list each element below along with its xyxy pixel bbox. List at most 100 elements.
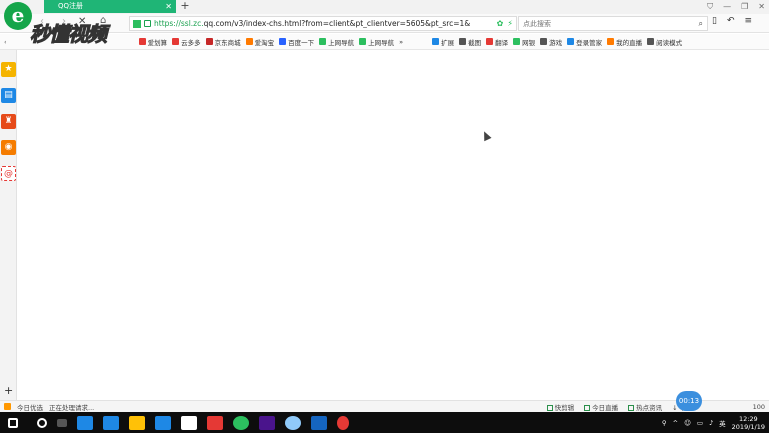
bookmark-scroll-left-icon[interactable]: ‹ [4, 38, 7, 46]
bookmark-item[interactable]: 爱划算 [138, 37, 168, 47]
search-box[interactable]: ⌕ [518, 16, 708, 31]
tray-icon[interactable]: ☺ [684, 419, 691, 427]
hot-news-button[interactable]: 热点资讯 [628, 402, 662, 412]
menu-label: 截图 [468, 38, 482, 47]
key-icon [567, 38, 575, 45]
status-message: 正在处理请求... [49, 403, 95, 412]
task-view-icon[interactable] [57, 418, 67, 427]
tab-qq-register[interactable]: QQ注册 ✕ [44, 0, 176, 13]
status-bar: 今日优选 正在处理请求... 快剪辑 今日直播 热点资讯 ↓ 下载 100 [0, 400, 769, 412]
premiere-icon[interactable] [259, 415, 275, 430]
url-scheme: https:// [154, 19, 181, 28]
news-icon[interactable]: ▤ [1, 88, 16, 103]
url-field[interactable]: https://ssl.zc.qq.com/v3/index-chs.html?… [129, 16, 517, 31]
status-left: 今日优选 正在处理请求... [0, 402, 94, 412]
new-tab-button[interactable]: + [180, 0, 190, 13]
clock-date: 2019/1/19 [731, 422, 765, 431]
quick-edit-button[interactable]: 快剪辑 [546, 402, 574, 412]
search-icon[interactable]: ⌕ [699, 19, 703, 29]
bookmark-item[interactable]: 爱淘宝 [245, 37, 275, 47]
bookmarks-bar: ‹ 爱划算 云多多 京东商城 爱淘宝 百度一下 上网导航 上网导航 » 扩展 截… [0, 34, 769, 50]
phone-icon[interactable]: ▯ [712, 16, 717, 26]
ie-icon[interactable] [77, 415, 93, 430]
menu-label: 登录管家 [576, 38, 603, 47]
cortana-icon[interactable] [37, 417, 47, 428]
bookmark-item[interactable]: 上网导航 [319, 37, 354, 47]
bookmark-favicon-icon [359, 38, 367, 45]
clock-time: 12:29 [738, 414, 758, 423]
bookmark-favicon-icon [172, 38, 180, 45]
url-host-prefix: ssl.zc. [180, 19, 204, 28]
login-manager-button[interactable]: 登录管家 [567, 37, 602, 47]
url-host: qq.com [203, 19, 232, 28]
close-window-icon[interactable]: ✕ [758, 2, 765, 11]
menu-label: 我的直播 [616, 38, 643, 47]
undo-icon[interactable]: ↶ [727, 16, 735, 26]
menu-icon[interactable]: ≡ [745, 16, 753, 26]
tab-close-icon[interactable]: ✕ [165, 0, 172, 13]
mail-app-icon[interactable] [181, 415, 197, 430]
bookmark-label: 爱淘宝 [254, 38, 275, 47]
tray-chevron-icon[interactable]: ^ [673, 419, 678, 427]
daily-pick-icon [4, 403, 11, 410]
extensions-menu[interactable]: 扩展 [432, 37, 454, 47]
tab-title: QQ注册 [58, 2, 84, 10]
url-text[interactable]: https://ssl.zc.qq.com/v3/index-chs.html?… [154, 19, 494, 28]
weibo-icon[interactable]: ◉ [1, 140, 16, 155]
zoom-level[interactable]: 100 [753, 403, 765, 411]
clock[interactable]: 12:29 2019/1/19 [732, 415, 765, 431]
bookmark-favicon-icon [319, 38, 327, 45]
lock-icon [144, 20, 151, 27]
maximize-icon[interactable]: ❐ [741, 2, 748, 11]
input-method-indicator[interactable]: 英 [719, 418, 726, 428]
bank-menu[interactable]: 网银 [513, 37, 535, 47]
reader-mode-button[interactable]: 阅读模式 [647, 37, 682, 47]
edge-icon[interactable] [103, 415, 119, 430]
menu-label: 扩展 [441, 38, 455, 47]
games-menu[interactable]: 游戏 [540, 37, 562, 47]
site-icon [133, 19, 141, 28]
browser-app-icon[interactable] [233, 415, 249, 430]
translate-menu[interactable]: 翻译 [486, 37, 508, 47]
red-app-icon[interactable] [207, 415, 223, 430]
star-icon[interactable]: ★ [1, 62, 16, 77]
status-label: 热点资讯 [636, 403, 663, 412]
skin-icon[interactable]: ⛉ [707, 2, 713, 12]
network-icon[interactable]: ▭ [697, 419, 703, 427]
game-icon[interactable]: ♜ [1, 114, 16, 129]
people-icon[interactable]: ⚲ [662, 419, 667, 427]
bookmark-item[interactable]: 京东商城 [205, 37, 241, 47]
today-live-button[interactable]: 今日直播 [584, 402, 618, 412]
search-input[interactable] [523, 19, 699, 28]
cloud-app-icon[interactable] [285, 415, 301, 430]
bookmark-item[interactable]: 百度一下 [279, 37, 314, 47]
bookmarks-more-button[interactable]: » [399, 38, 403, 46]
qq-icon[interactable] [337, 415, 349, 430]
file-explorer-icon[interactable] [129, 415, 145, 430]
lightning-icon[interactable]: ⚡ [507, 19, 513, 28]
bookmark-label: 上网导航 [328, 38, 355, 47]
menu-label: 网银 [522, 38, 536, 47]
mail-icon[interactable]: @ [1, 166, 16, 181]
sidebar-add-icon[interactable]: + [4, 384, 13, 397]
my-live-button[interactable]: 我的直播 [607, 37, 642, 47]
security-icon[interactable]: ✿ [497, 19, 504, 28]
gamepad-icon [540, 38, 548, 45]
daily-pick-label[interactable]: 今日优选 [17, 402, 43, 412]
bookmark-favicon-icon [245, 38, 253, 45]
windows-start-icon[interactable] [8, 417, 18, 428]
minimize-icon[interactable]: — [723, 2, 731, 11]
bank-icon [513, 38, 521, 45]
volume-icon[interactable]: ♪ [709, 419, 713, 427]
bookmark-item[interactable]: 上网导航 [359, 37, 394, 47]
tab-bar: QQ注册 ✕ + ⛉ — ❐ ✕ [0, 0, 769, 14]
word-icon[interactable] [311, 415, 327, 430]
sidebar: ★ ▤ ♜ ◉ @ [0, 50, 17, 400]
browser-logo-icon[interactable]: e [4, 2, 32, 30]
url-path: /v3/index-chs.html?from=client&pt_client… [231, 19, 471, 28]
bookmark-item[interactable]: 云多多 [172, 37, 201, 47]
bookmark-label: 百度一下 [288, 38, 315, 47]
bookmark-label: 爱划算 [147, 38, 168, 47]
store-icon[interactable] [155, 415, 171, 430]
screenshot-menu[interactable]: 截图 [459, 37, 481, 47]
